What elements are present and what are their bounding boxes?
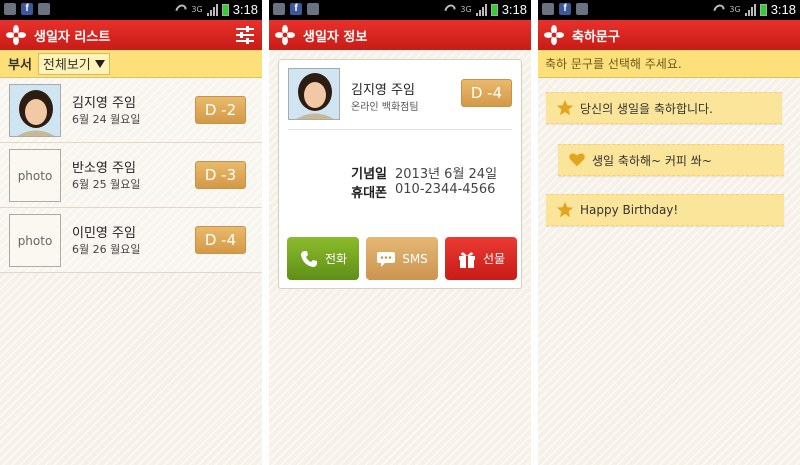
phone-value: 010-2344-4566	[395, 182, 496, 197]
sms-button[interactable]: SMS	[366, 237, 438, 280]
message-select-screen: f 3G 3:18 축하문구 축하 문구를 선택해 주세요.	[538, 0, 800, 465]
wifi-icon	[711, 1, 728, 18]
dday-badge: D -2	[195, 96, 246, 124]
avatar	[288, 68, 340, 120]
status-bar: f 3G 3:18	[0, 0, 262, 20]
page-title: 생일자 정보	[303, 29, 368, 45]
action-buttons: 전화 SMS 선물	[287, 237, 517, 280]
star-icon	[556, 99, 574, 116]
person-info-card: 김지영 주임 온라인 백화점팀 D -4 기념일 2013년 6월 24일 휴대…	[278, 59, 522, 289]
message-option[interactable]: Happy Birthday!	[546, 194, 784, 226]
gift-button[interactable]: 선물	[445, 237, 517, 280]
notification-icon	[307, 3, 319, 15]
battery-icon	[759, 3, 767, 16]
sms-button-label: SMS	[402, 251, 428, 266]
person-name: 이민영 주임	[72, 226, 136, 241]
notification-icon	[576, 3, 588, 15]
signal-icon	[744, 3, 756, 16]
department-select-value: 전체보기	[42, 58, 91, 73]
message-option[interactable]: 생일 축하해~ 커피 쏴~	[558, 144, 784, 176]
list-item[interactable]: 김지영 주임 6월 24 월요일 D -2	[0, 78, 262, 143]
heart-icon	[569, 153, 585, 167]
anniversary-label: 기념일	[351, 167, 387, 182]
birthday-date: 6월 25 월요일	[72, 178, 141, 191]
message-option[interactable]: 당신의 생일을 축하합니다.	[546, 92, 782, 124]
list-item[interactable]: photo 이민영 주임 6월 26 월요일 D -4	[0, 208, 262, 273]
facebook-icon: f	[21, 3, 33, 15]
divider	[288, 129, 512, 130]
person-name: 반소영 주임	[72, 161, 136, 176]
list-item[interactable]: photo 반소영 주임 6월 25 월요일 D -3	[0, 143, 262, 208]
flower-logo-icon	[543, 24, 565, 46]
instruction-bar: 축하 문구를 선택해 주세요.	[538, 50, 800, 78]
message-text: 당신의 생일을 축하합니다.	[580, 101, 713, 116]
signal-icon	[206, 3, 218, 16]
gift-icon	[458, 251, 475, 268]
app-header: 축하문구	[538, 20, 800, 50]
battery-icon	[221, 3, 229, 16]
call-button-label: 전화	[324, 252, 348, 266]
message-text: Happy Birthday!	[580, 203, 679, 217]
status-time: 3:18	[770, 2, 796, 17]
message-icon	[542, 3, 554, 15]
anniversary-row: 기념일 2013년 6월 24일	[315, 163, 497, 182]
instruction-text: 축하 문구를 선택해 주세요.	[545, 57, 682, 71]
gift-button-label: 선물	[482, 252, 506, 266]
settings-sliders-icon[interactable]	[235, 25, 255, 45]
message-icon	[273, 3, 285, 15]
app-header: 생일자 리스트	[0, 20, 262, 50]
flower-logo-icon	[5, 24, 27, 46]
person-name: 김지영 주임	[72, 96, 136, 111]
status-bar: f 3G 3:18	[269, 0, 531, 20]
status-time: 3:18	[501, 2, 527, 17]
page-title: 축하문구	[572, 29, 620, 45]
dday-badge: D -4	[195, 226, 246, 254]
photo-placeholder: photo	[9, 149, 61, 202]
anniversary-value: 2013년 6월 24일	[395, 167, 498, 182]
wifi-icon	[173, 1, 190, 18]
star-icon	[556, 201, 574, 218]
department: 온라인 백화점팀	[351, 102, 419, 113]
photo-placeholder: photo	[9, 214, 61, 267]
notification-icon	[38, 3, 50, 15]
flower-logo-icon	[274, 24, 296, 46]
department-select[interactable]: 전체보기	[37, 52, 110, 75]
phone-row: 휴대폰 010-2344-4566	[315, 182, 495, 201]
battery-icon	[490, 3, 498, 16]
department-filter-bar: 부서 전체보기	[0, 50, 262, 78]
birthday-date: 6월 24 월요일	[72, 113, 141, 126]
network-type: 3G	[191, 4, 203, 14]
phone-icon	[300, 250, 317, 267]
page-title: 생일자 리스트	[34, 29, 111, 45]
status-bar: f 3G 3:18	[538, 0, 800, 20]
dropdown-arrow-icon	[94, 59, 105, 68]
dday-badge: D -3	[195, 161, 246, 189]
birthday-list-screen: f 3G 3:18 생일자 리스트 부서 전체보기 김지영 주임 6월 24 월…	[0, 0, 262, 465]
wifi-icon	[442, 1, 459, 18]
facebook-icon: f	[290, 3, 302, 15]
app-header: 생일자 정보	[269, 20, 531, 50]
birthday-date: 6월 26 월요일	[72, 243, 141, 256]
network-type: 3G	[729, 4, 741, 14]
dday-badge: D -4	[461, 79, 512, 107]
birthday-detail-screen: f 3G 3:18 생일자 정보 김지영 주임 온라인 백화점팀 D -4 기념…	[269, 0, 531, 465]
call-button[interactable]: 전화	[287, 237, 359, 280]
status-time: 3:18	[232, 2, 258, 17]
person-name: 김지영 주임	[351, 83, 415, 98]
signal-icon	[475, 3, 487, 16]
filter-label: 부서	[8, 58, 32, 73]
network-type: 3G	[460, 4, 472, 14]
chat-bubble-icon	[377, 251, 396, 267]
message-text: 생일 축하해~ 커피 쏴~	[592, 153, 712, 168]
message-icon	[4, 3, 16, 15]
avatar	[9, 84, 61, 137]
phone-label: 휴대폰	[351, 186, 387, 201]
birthday-list: 김지영 주임 6월 24 월요일 D -2 photo 반소영 주임 6월 25…	[0, 78, 262, 273]
facebook-icon: f	[559, 3, 571, 15]
